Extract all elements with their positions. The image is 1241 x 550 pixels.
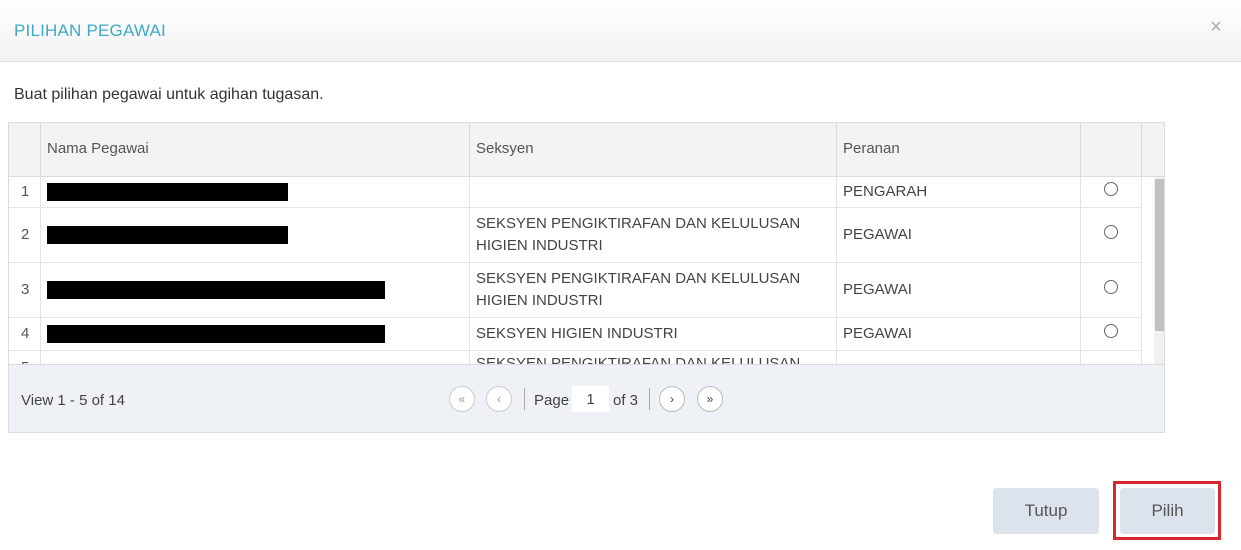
total-pages-label: of 3	[613, 392, 639, 409]
chevron-right-icon[interactable]: ›	[659, 386, 685, 412]
double-chevron-right-icon[interactable]: »	[697, 386, 723, 412]
grid-body: 1 PENGARAH 2 SEKSYEN PENGIKTIRAFAN DAN K…	[9, 177, 1154, 364]
employee-name-redacted	[41, 177, 470, 207]
scrollbar-thumb[interactable]	[1155, 179, 1164, 331]
record-count: View 1 - 5 of 14	[21, 392, 125, 409]
dialog-header: PILIHAN PEGAWAI ×	[0, 0, 1241, 62]
section-cell: SEKSYEN PENGIKTIRAFAN DAN KELULUSAN HIGI…	[470, 263, 837, 317]
role-cell	[837, 351, 1081, 364]
staff-grid: Nama Pegawai Seksyen Peranan 1 PENGARAH …	[8, 122, 1165, 433]
row-select[interactable]	[1081, 318, 1142, 350]
radio-button[interactable]	[1104, 324, 1118, 338]
row-select[interactable]	[1081, 177, 1142, 207]
role-cell: PEGAWAI	[837, 318, 1081, 350]
row-number: 1	[9, 177, 41, 207]
employee-name-redacted	[41, 318, 470, 350]
employee-name-redacted	[41, 351, 470, 364]
double-chevron-left-icon[interactable]: «	[449, 386, 475, 412]
row-select[interactable]	[1081, 263, 1142, 317]
row-number: 5	[9, 351, 41, 364]
table-row[interactable]: 4 SEKSYEN HIGIEN INDUSTRI PEGAWAI	[9, 318, 1142, 351]
table-row[interactable]: 3 SEKSYEN PENGIKTIRAFAN DAN KELULUSAN HI…	[9, 263, 1142, 318]
table-row[interactable]: 2 SEKSYEN PENGIKTIRAFAN DAN KELULUSAN HI…	[9, 208, 1142, 263]
header-nama-pegawai[interactable]: Nama Pegawai	[41, 123, 470, 177]
pager-separator	[649, 388, 650, 410]
header-rownum	[9, 123, 41, 177]
grid-header: Nama Pegawai Seksyen Peranan	[9, 123, 1164, 177]
role-cell: PEGAWAI	[837, 263, 1081, 317]
grid-pager: View 1 - 5 of 14 « ‹ Page of 3 › »	[9, 364, 1164, 432]
row-select[interactable]	[1081, 208, 1142, 262]
section-cell: SEKSYEN HIGIEN INDUSTRI	[470, 318, 837, 350]
employee-name-redacted	[41, 208, 470, 262]
dialog-title: PILIHAN PEGAWAI	[14, 21, 166, 40]
row-number: 2	[9, 208, 41, 262]
header-peranan[interactable]: Peranan	[837, 123, 1081, 177]
pager-separator	[524, 388, 525, 410]
header-seksyen[interactable]: Seksyen	[470, 123, 837, 177]
row-select[interactable]	[1081, 351, 1142, 364]
radio-button[interactable]	[1104, 280, 1118, 294]
close-icon[interactable]: ×	[1207, 16, 1225, 38]
page-label: Page	[534, 392, 570, 409]
tutup-button[interactable]: Tutup	[993, 488, 1099, 534]
radio-button[interactable]	[1104, 225, 1118, 239]
pilih-button[interactable]: Pilih	[1120, 488, 1215, 534]
role-cell: PEGAWAI	[837, 208, 1081, 262]
section-cell	[470, 177, 837, 207]
page-number-input[interactable]	[572, 386, 609, 412]
section-cell: SEKSYEN PENGIKTIRAFAN DAN KELULUSAN HIGI…	[470, 208, 837, 262]
row-number: 3	[9, 263, 41, 317]
role-cell: PENGARAH	[837, 177, 1081, 207]
chevron-left-icon[interactable]: ‹	[486, 386, 512, 412]
section-cell: SEKSYEN PENGIKTIRAFAN DAN KELULUSAN	[470, 351, 837, 364]
table-row[interactable]: 1 PENGARAH	[9, 177, 1142, 208]
radio-button[interactable]	[1104, 182, 1118, 196]
employee-name-redacted	[41, 263, 470, 317]
header-select	[1081, 123, 1142, 177]
grid-scrollbar[interactable]	[1154, 177, 1164, 364]
instruction-text: Buat pilihan pegawai untuk agihan tugasa…	[14, 86, 324, 103]
row-number: 4	[9, 318, 41, 350]
table-row[interactable]: 5 SEKSYEN PENGIKTIRAFAN DAN KELULUSAN	[9, 351, 1142, 364]
